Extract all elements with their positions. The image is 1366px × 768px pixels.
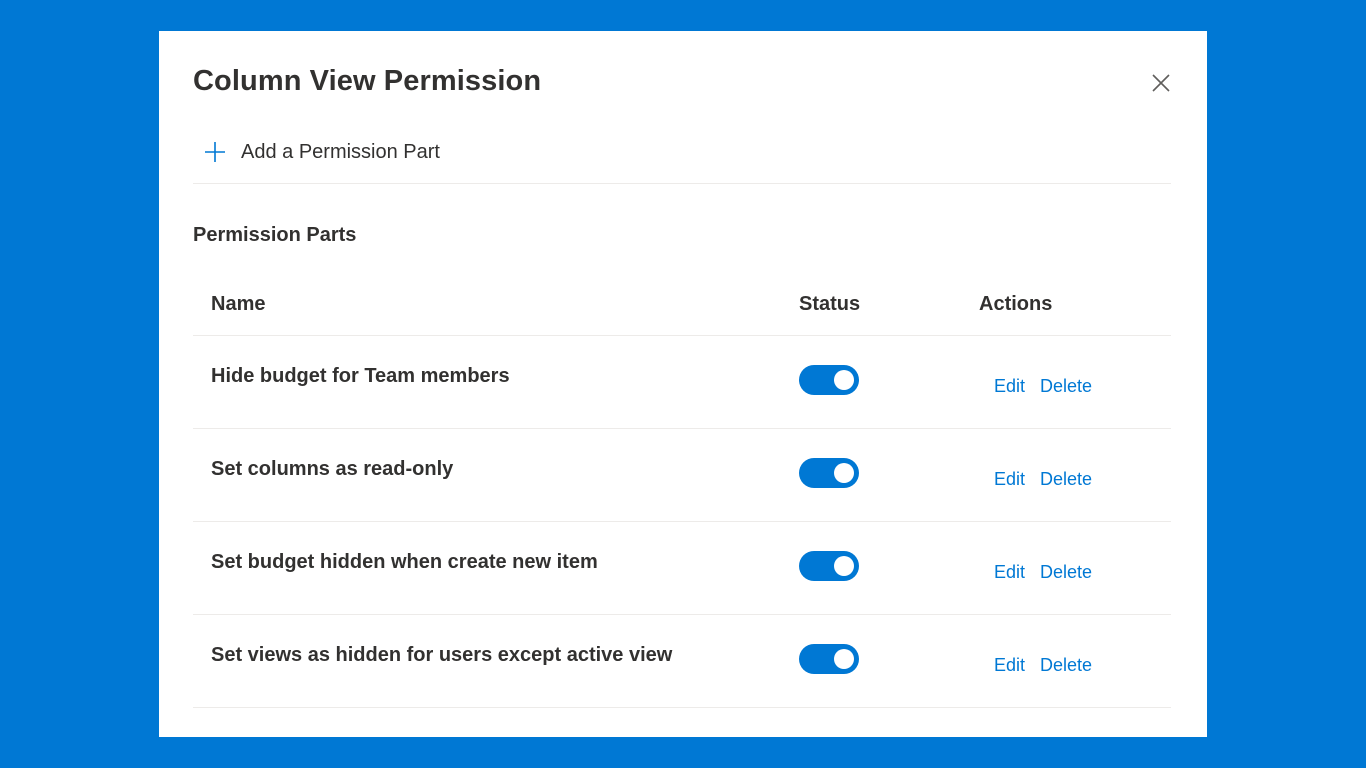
table-row: Set columns as read-only Edit Delete [193, 429, 1171, 522]
divider [193, 183, 1171, 184]
table-header: Name Status Actions [193, 286, 1171, 336]
plus-icon [204, 141, 226, 163]
edit-link[interactable]: Edit [994, 654, 1025, 676]
delete-link[interactable]: Delete [1040, 561, 1092, 583]
permission-parts-table: Name Status Actions Hide budget for Team… [193, 286, 1171, 708]
add-permission-part-label: Add a Permission Part [241, 140, 440, 163]
status-toggle[interactable] [799, 365, 859, 395]
delete-link[interactable]: Delete [1040, 375, 1092, 397]
toggle-knob [834, 649, 854, 669]
close-button[interactable] [1143, 65, 1179, 101]
column-header-name[interactable]: Name [211, 291, 265, 317]
table-row: Set budget hidden when create new item E… [193, 522, 1171, 615]
status-toggle[interactable] [799, 551, 859, 581]
delete-link[interactable]: Delete [1040, 468, 1092, 490]
permission-part-name: Hide budget for Team members [211, 365, 510, 387]
status-toggle[interactable] [799, 458, 859, 488]
permission-part-name: Set budget hidden when create new item [211, 551, 598, 573]
delete-link[interactable]: Delete [1040, 654, 1092, 676]
toggle-knob [834, 370, 854, 390]
column-header-actions: Actions [979, 293, 1053, 315]
table-row: Set views as hidden for users except act… [193, 615, 1171, 708]
table-row: Hide budget for Team members Edit Delete [193, 336, 1171, 429]
permission-part-name: Set views as hidden for users except act… [211, 644, 673, 666]
permission-dialog: Column View Permission Add a Permission … [159, 31, 1207, 737]
toggle-knob [834, 556, 854, 576]
dialog-title: Column View Permission [193, 65, 542, 97]
edit-link[interactable]: Edit [994, 375, 1025, 397]
section-title: Permission Parts [193, 224, 357, 246]
status-toggle[interactable] [799, 644, 859, 674]
toggle-knob [834, 463, 854, 483]
edit-link[interactable]: Edit [994, 468, 1025, 490]
close-icon [1152, 74, 1170, 92]
permission-part-name: Set columns as read-only [211, 458, 454, 480]
edit-link[interactable]: Edit [994, 561, 1025, 583]
add-permission-part-button[interactable]: Add a Permission Part [204, 135, 440, 169]
column-header-status[interactable]: Status [799, 291, 860, 317]
